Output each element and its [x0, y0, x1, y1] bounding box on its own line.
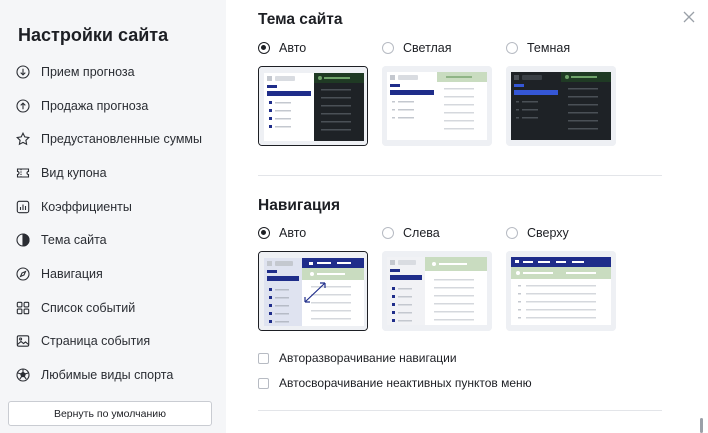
sidebar-item-sell-forecast[interactable]: Продажа прогноза	[16, 95, 148, 117]
sidebar-item-odds[interactable]: Коэффициенты	[16, 196, 132, 218]
radio-label: Авто	[279, 41, 307, 55]
compass-icon	[16, 267, 30, 281]
radio-label: Авто	[279, 226, 307, 240]
theme-option-light[interactable]: Светлая	[382, 41, 452, 55]
sidebar-item-label: Коэффициенты	[41, 200, 132, 214]
radio-button[interactable]	[258, 42, 270, 54]
sidebar-item-site-theme[interactable]: Тема сайта	[16, 229, 107, 251]
sidebar-item-label: Вид купона	[41, 166, 107, 180]
navigation-option-auto[interactable]: Авто	[258, 226, 306, 240]
sidebar-item-label: Любимые виды спорта	[41, 368, 174, 382]
sidebar-title: Настройки сайта	[18, 25, 169, 45]
scrollbar-thumb[interactable]	[700, 418, 703, 433]
auto-expand-navigation-checkbox[interactable]: Авторазворачивание навигации	[258, 351, 457, 365]
settings-sidebar: Настройки сайта Прием прогноза Продажа п…	[0, 0, 226, 433]
star-icon	[16, 132, 30, 146]
settings-content: Тема сайта Авто Светлая Темная Навигация…	[226, 0, 708, 433]
theme-preview-light[interactable]	[382, 66, 492, 146]
navigation-preview-auto[interactable]	[258, 251, 368, 331]
ticket-icon	[16, 166, 30, 180]
checkbox-label: Авторазворачивание навигации	[279, 351, 457, 365]
sidebar-item-label: Тема сайта	[41, 233, 107, 247]
navigation-section-title: Навигация	[258, 197, 341, 214]
sidebar-item-label: Навигация	[41, 267, 103, 281]
radio-button[interactable]	[258, 227, 270, 239]
radio-button[interactable]	[506, 42, 518, 54]
sidebar-item-label: Страница события	[41, 334, 151, 348]
radio-label: Слева	[403, 226, 440, 240]
section-divider	[258, 175, 662, 176]
radio-button[interactable]	[382, 42, 394, 54]
radio-button[interactable]	[382, 227, 394, 239]
sidebar-item-navigation[interactable]: Навигация	[16, 263, 103, 285]
radio-label: Светлая	[403, 41, 452, 55]
checkbox[interactable]	[258, 352, 269, 364]
close-icon[interactable]	[681, 9, 697, 25]
sidebar-item-label: Продажа прогноза	[41, 99, 149, 113]
theme-option-dark[interactable]: Темная	[506, 41, 570, 55]
ball-icon	[16, 368, 30, 382]
auto-collapse-inactive-items-checkbox[interactable]: Автосворачивание неактивных пунктов меню	[258, 376, 532, 390]
radio-label: Темная	[527, 41, 571, 55]
sidebar-item-receive-forecast[interactable]: Прием прогноза	[16, 61, 135, 83]
reset-defaults-button[interactable]: Вернуть по умолчанию	[8, 401, 212, 426]
sidebar-item-event-page[interactable]: Страница события	[16, 330, 150, 352]
radio-button[interactable]	[506, 227, 518, 239]
theme-preview-auto[interactable]	[258, 66, 368, 146]
navigation-option-top[interactable]: Сверху	[506, 226, 569, 240]
checkbox-label: Автосворачивание неактивных пунктов меню	[279, 376, 532, 390]
sidebar-item-coupon-view[interactable]: Вид купона	[16, 162, 107, 184]
theme-option-auto[interactable]: Авто	[258, 41, 306, 55]
grid-icon	[16, 301, 30, 315]
sidebar-item-event-list[interactable]: Список событий	[16, 297, 135, 319]
arrow-up-circle-icon	[16, 99, 30, 113]
half-circle-icon	[16, 233, 30, 247]
sidebar-item-label: Прием прогноза	[41, 65, 135, 79]
section-divider	[258, 410, 662, 411]
navigation-preview-top[interactable]	[506, 251, 616, 331]
checkbox[interactable]	[258, 377, 269, 389]
navigation-option-left[interactable]: Слева	[382, 226, 440, 240]
navigation-preview-left[interactable]	[382, 251, 492, 331]
radio-label: Сверху	[527, 226, 569, 240]
sidebar-item-label: Список событий	[41, 301, 136, 315]
sidebar-item-preset-amounts[interactable]: Предустановленные суммы	[16, 128, 202, 150]
theme-section-title: Тема сайта	[258, 11, 343, 28]
image-icon	[16, 334, 30, 348]
arrow-down-circle-icon	[16, 65, 30, 79]
theme-preview-dark[interactable]	[506, 66, 616, 146]
sidebar-item-label: Предустановленные суммы	[41, 132, 203, 146]
bar-chart-icon	[16, 200, 30, 214]
sidebar-item-favorite-sports[interactable]: Любимые виды спорта	[16, 364, 173, 386]
